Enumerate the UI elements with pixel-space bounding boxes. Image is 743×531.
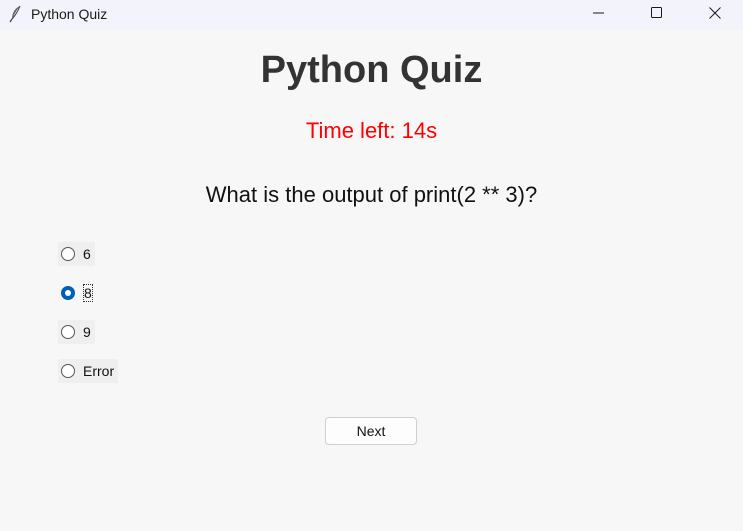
radio-button[interactable] (61, 364, 75, 378)
quiz-content: Python Quiz Time left: 14s What is the o… (0, 30, 743, 531)
radio-button-selected[interactable] (61, 286, 75, 300)
option-label: 9 (83, 324, 91, 340)
radio-button[interactable] (61, 247, 75, 261)
radio-button[interactable] (61, 325, 75, 339)
feather-icon (8, 5, 24, 23)
quiz-title: Python Quiz (260, 49, 483, 91)
option-9[interactable]: 9 (58, 320, 95, 344)
option-8[interactable]: 8 (58, 281, 97, 305)
option-error[interactable]: Error (58, 359, 119, 383)
maximize-icon (651, 6, 663, 24)
option-label: 6 (83, 246, 91, 262)
minimize-button[interactable] (570, 0, 628, 30)
window-title: Python Quiz (31, 6, 108, 22)
option-label: Error (83, 363, 115, 379)
close-button[interactable] (686, 0, 743, 30)
next-button[interactable]: Next (325, 417, 417, 445)
title-bar: Python Quiz (0, 0, 743, 30)
maximize-button[interactable] (628, 0, 686, 30)
quiz-window: Python Quiz Python Quiz Time left: 14s W… (0, 0, 743, 531)
close-icon (709, 6, 721, 24)
question-text: What is the output of print(2 ** 3)? (205, 182, 538, 207)
minimize-icon (593, 6, 605, 24)
option-6[interactable]: 6 (58, 242, 95, 266)
option-label: 8 (83, 284, 93, 302)
timer-label: Time left: 14s (305, 118, 438, 143)
